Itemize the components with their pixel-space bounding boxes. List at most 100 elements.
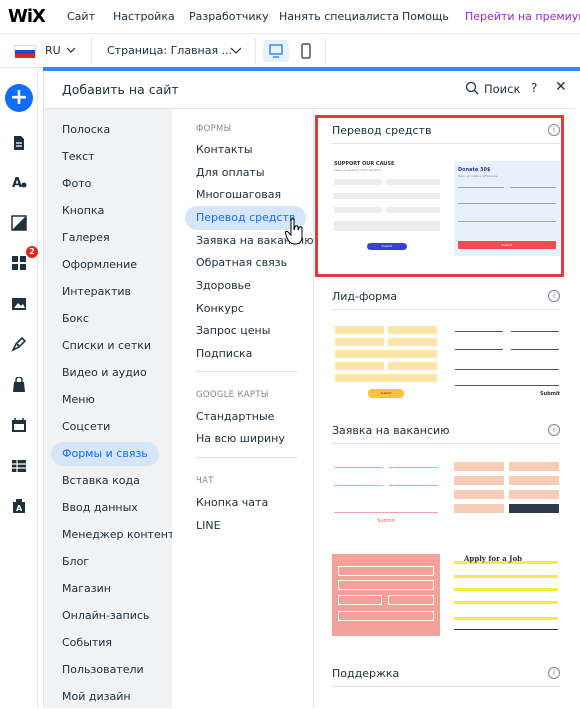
divider [332, 686, 560, 687]
category-item[interactable]: Оформление [51, 253, 148, 277]
job-form-preview-1[interactable]: Submit [332, 458, 440, 538]
desktop-view-button[interactable] [263, 40, 289, 62]
category-item[interactable]: Фото [51, 172, 102, 196]
sub-item[interactable]: Для оплаты [185, 161, 276, 185]
section-heading-chat: ЧАТ [196, 476, 214, 486]
menu-hire[interactable]: Нанять специалиста [279, 10, 399, 23]
apply-job-title: Apply for a Job [464, 554, 523, 563]
chevron-down-icon [66, 41, 76, 60]
section-heading-maps: GOOGLE КАРТЫ [196, 390, 269, 400]
divider [196, 457, 298, 458]
category-item[interactable]: Интерактив [51, 280, 142, 304]
divider [91, 38, 92, 64]
category-item[interactable]: Бокс [51, 307, 100, 331]
menu-settings[interactable]: Настройка [113, 10, 175, 23]
category-item[interactable]: Полоска [51, 118, 121, 142]
job-form-preview-2[interactable] [452, 458, 560, 538]
category-item[interactable]: Меню [51, 388, 106, 412]
divider [196, 371, 298, 372]
category-item[interactable]: Вставка кода [51, 469, 151, 493]
apps-icon[interactable] [11, 255, 27, 271]
sub-item[interactable]: Конкурс [185, 297, 255, 321]
sub-item[interactable]: На всю ширину [185, 427, 296, 451]
category-item[interactable]: Менеджер контента [51, 523, 192, 547]
pen-icon[interactable] [11, 336, 27, 352]
section-heading-forms: ФОРМЫ [196, 124, 232, 134]
category-item[interactable]: Соцсети [51, 415, 121, 439]
pages-icon[interactable] [11, 135, 27, 151]
category-item[interactable]: Мой дизайн [51, 685, 142, 709]
category-item[interactable]: Магазин [51, 577, 122, 601]
language-select[interactable]: RU [45, 44, 61, 57]
notification-badge: 2 [26, 246, 38, 258]
info-icon[interactable]: i [548, 290, 560, 302]
category-item[interactable]: Видео и аудио [51, 361, 158, 385]
sub-item[interactable]: Подписка [185, 342, 263, 366]
panel-title: Добавить на сайт [62, 82, 179, 97]
menu-help[interactable]: Помощь [402, 10, 449, 23]
category-item-forms-active[interactable]: Формы и связь [51, 442, 159, 466]
job-form-preview-4[interactable]: Apply for a Job [452, 554, 560, 636]
hand-cursor-icon [285, 218, 303, 245]
job-submit-text: Submit [377, 518, 395, 524]
russia-flag-icon [14, 45, 36, 58]
sub-item[interactable]: Кнопка чата [185, 491, 279, 515]
category-item[interactable]: Кнопка [51, 199, 115, 223]
page-select[interactable]: Страница: Главная ... [107, 44, 232, 57]
theme-icon[interactable]: A [11, 174, 27, 190]
divider [332, 443, 560, 444]
scrollbar[interactable] [575, 71, 580, 708]
divider [255, 38, 256, 64]
category-item[interactable]: Галерея [51, 226, 121, 250]
category-item[interactable]: Ввод данных [51, 496, 149, 520]
close-icon[interactable]: ✕ [555, 79, 567, 95]
search-icon[interactable] [465, 81, 479, 95]
upgrade-premium-link[interactable]: Перейти на премиум [465, 10, 580, 23]
category-item[interactable]: Пользователи [51, 658, 155, 682]
sub-item[interactable]: Обратная связь [185, 251, 298, 275]
subsection-list: ФОРМЫ Контакты Для оплаты Многошаговая П… [172, 109, 314, 708]
translate-icon[interactable]: A [11, 498, 27, 514]
sub-item[interactable]: Стандартные [185, 405, 285, 429]
bookings-icon[interactable] [11, 417, 27, 433]
category-item[interactable]: Блог [51, 550, 100, 574]
job-form-preview-3[interactable] [332, 554, 440, 636]
editor-toolbar [0, 34, 580, 68]
section-title: Поддержка [332, 667, 400, 680]
sub-item[interactable]: Запрос цены [185, 319, 281, 343]
info-icon[interactable]: i [548, 667, 560, 679]
sub-item[interactable]: Многошаговая [185, 183, 292, 207]
sub-item[interactable]: Здоровье [185, 274, 262, 298]
wix-logo[interactable]: WiX [8, 6, 46, 27]
media-icon[interactable] [11, 296, 27, 312]
svg-text:A: A [16, 504, 23, 513]
store-icon[interactable] [11, 377, 27, 393]
category-item[interactable]: События [51, 631, 123, 655]
panel-header: Добавить на сайт Поиск ? ✕ [44, 71, 580, 109]
sub-item[interactable]: Контакты [185, 138, 264, 162]
section-title: Лид-форма [332, 290, 398, 303]
search-button[interactable]: Поиск [484, 82, 520, 96]
background-icon[interactable] [11, 215, 27, 231]
menu-dev[interactable]: Разработчику [189, 10, 269, 23]
lead-form-preview[interactable]: Submit Submit [332, 321, 560, 411]
highlight-frame [315, 115, 564, 277]
help-icon[interactable]: ? [531, 81, 537, 95]
mobile-view-button[interactable] [295, 40, 317, 62]
section-title: Заявка на вакансию [332, 424, 450, 437]
category-list: Полоска Текст Фото Кнопка Галерея Оформл… [44, 109, 181, 709]
table-icon[interactable] [11, 458, 27, 474]
category-item[interactable]: Списки и сетки [51, 334, 162, 358]
category-item[interactable]: Онлайн-запись [51, 604, 160, 628]
sub-item[interactable]: LINE [185, 514, 232, 538]
add-elements-button[interactable]: + [5, 84, 33, 112]
menu-site[interactable]: Сайт [67, 10, 95, 23]
mobile-icon [301, 43, 311, 59]
info-icon[interactable]: i [548, 424, 560, 436]
svg-text:A: A [12, 176, 22, 190]
lead-submit-text: Submit [540, 391, 561, 397]
lead-submit-button: Submit [368, 389, 404, 398]
divider [325, 38, 326, 64]
category-item[interactable]: Текст [51, 145, 106, 169]
chevron-down-icon [230, 41, 242, 60]
